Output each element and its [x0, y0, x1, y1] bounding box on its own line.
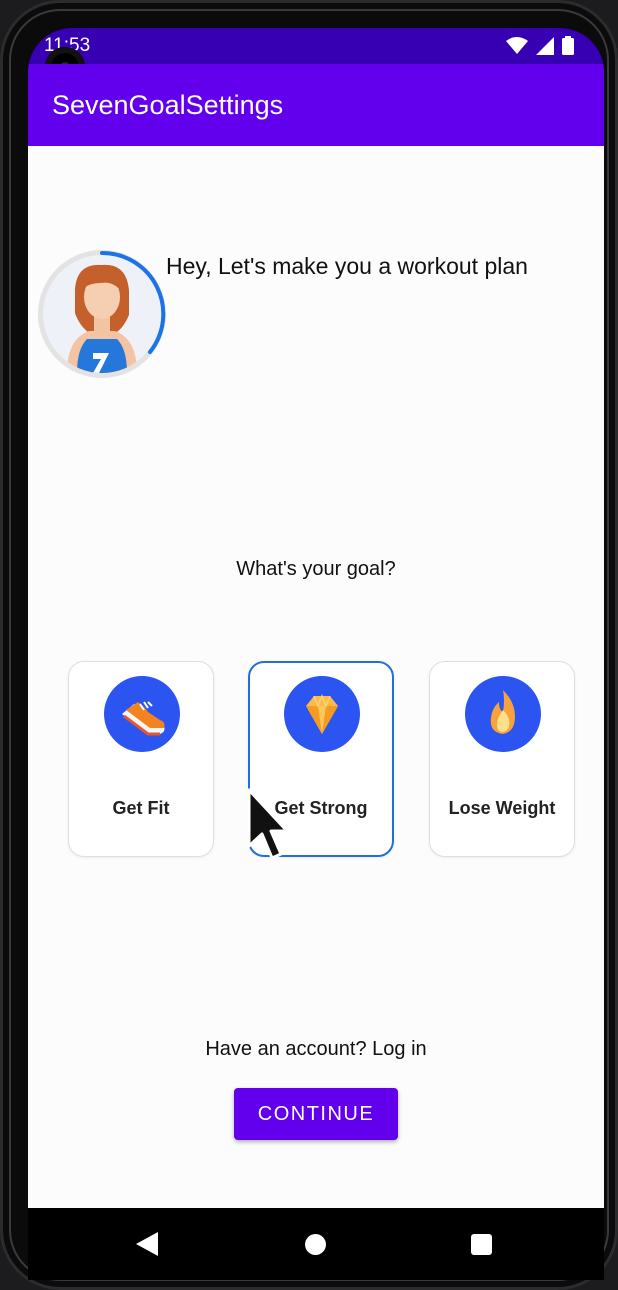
device-screen: 11:53 SevenGoalSettings Hey, Let's make … — [28, 28, 604, 1280]
recents-icon[interactable] — [471, 1234, 492, 1255]
app-title: SevenGoalSettings — [52, 90, 284, 120]
goal-card-lose-weight[interactable]: Lose Weight — [429, 661, 575, 857]
sneaker-icon — [104, 676, 180, 752]
diamond-icon — [284, 676, 360, 752]
battery-icon — [562, 36, 574, 55]
phone-frame: 11:53 SevenGoalSettings Hey, Let's make … — [0, 0, 618, 1290]
wifi-icon — [506, 36, 528, 54]
goal-label-get-fit: Get Fit — [112, 798, 170, 818]
home-icon[interactable] — [305, 1234, 326, 1255]
goal-question: What's your goal? — [236, 558, 396, 580]
flame-icon — [465, 676, 541, 752]
mouse-cursor-icon — [247, 788, 289, 860]
back-icon[interactable] — [136, 1232, 158, 1256]
signal-icon — [536, 36, 554, 55]
goal-label-lose-weight: Lose Weight — [448, 798, 556, 818]
navigation-bar — [28, 1208, 604, 1280]
main-content: Hey, Let's make you a workout plan What'… — [28, 146, 604, 1208]
status-bar: 11:53 — [28, 28, 604, 64]
login-link[interactable]: Have an account? Log in — [28, 1038, 604, 1061]
greeting-text: Hey, Let's make you a workout plan — [166, 253, 528, 279]
goal-card-get-fit[interactable]: Get Fit — [68, 661, 214, 857]
continue-button[interactable]: CONTINUE — [234, 1088, 398, 1140]
avatar[interactable] — [38, 250, 166, 378]
status-icons — [506, 36, 574, 55]
progress-ring — [100, 250, 166, 354]
app-bar: SevenGoalSettings — [28, 64, 604, 146]
